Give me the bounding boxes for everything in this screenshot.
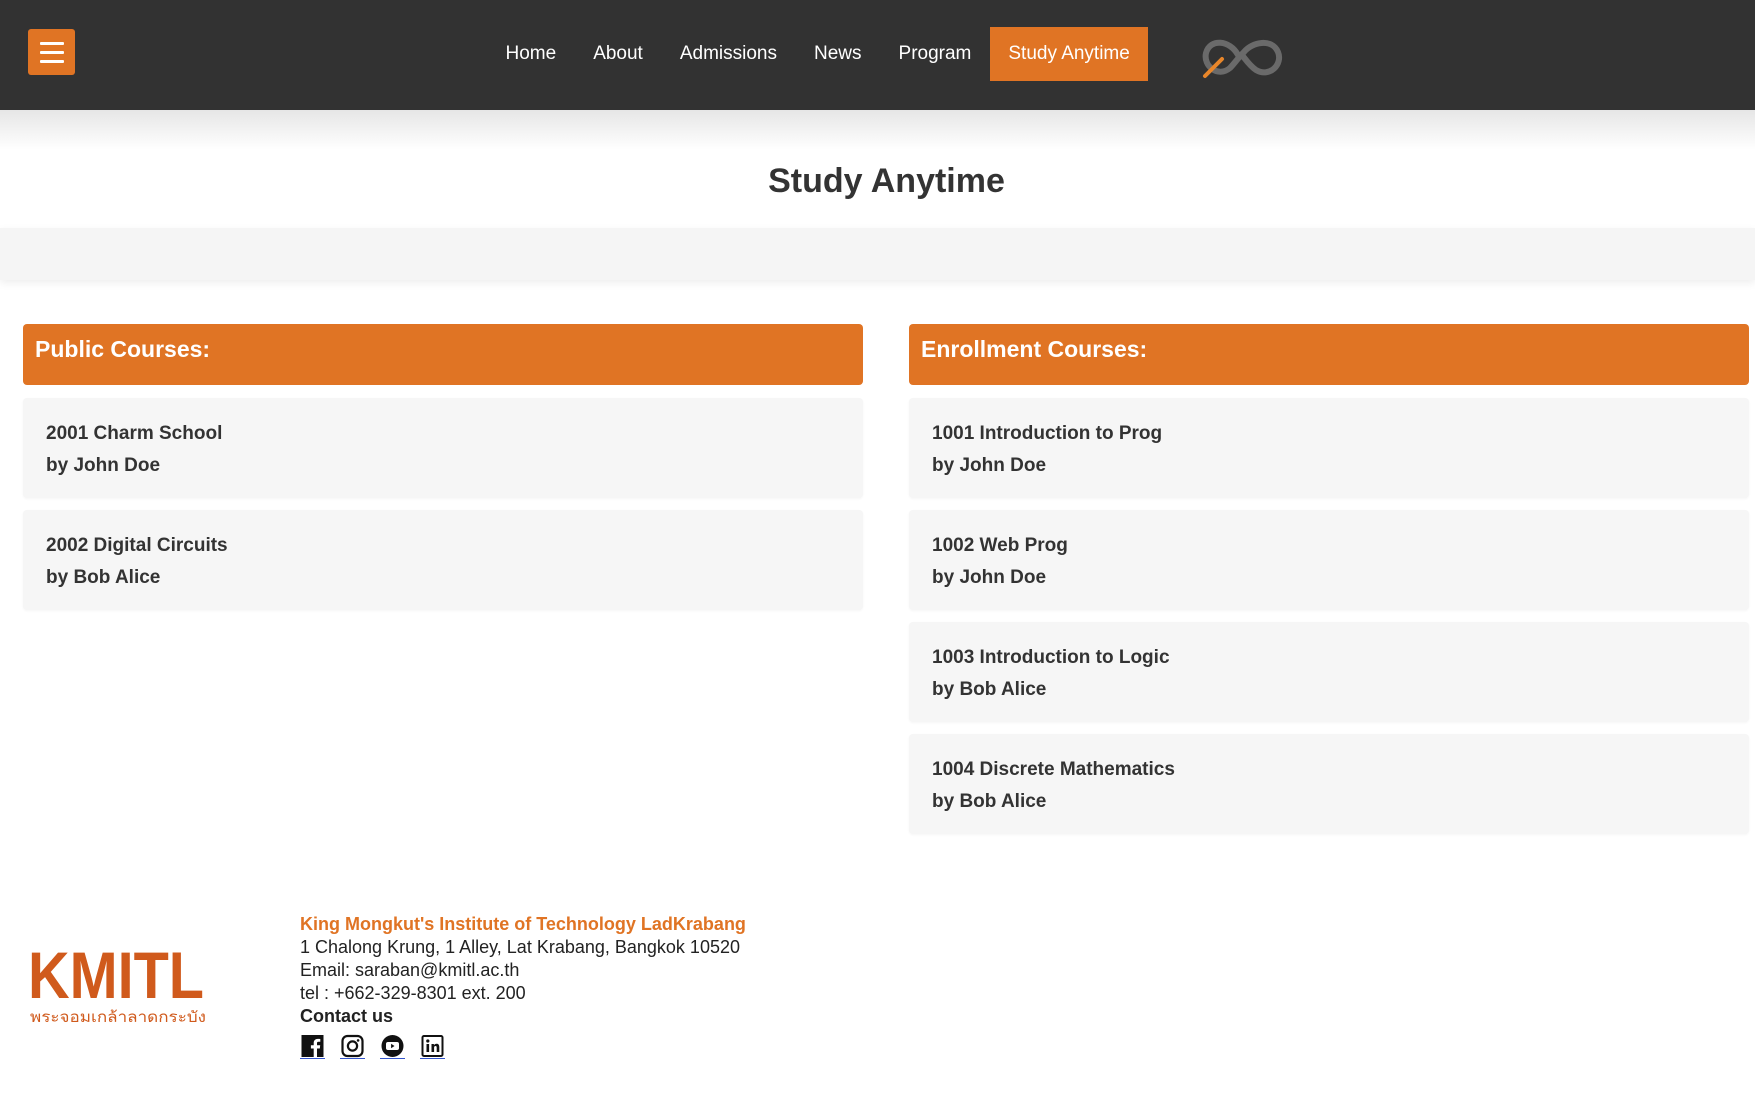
enrollment-courses-section: Enrollment Courses: 1001 Introduction to… [909, 324, 1749, 834]
public-courses-heading: Public Courses: [23, 324, 863, 385]
menu-icon-line [39, 41, 64, 45]
email: Email: saraban@kmitl.ac.th [300, 960, 520, 980]
course-card[interactable]: 1001 Introduction to Prog by John Doe [909, 398, 1749, 498]
course-title: 2002 Digital Circuits [46, 535, 228, 556]
nav-admissions[interactable]: Admissions [661, 27, 795, 81]
course-card[interactable]: 2001 Charm School by John Doe [23, 398, 863, 498]
nav-program[interactable]: Program [880, 27, 990, 81]
course-card[interactable]: 1004 Discrete Mathematics by Bob Alice [909, 734, 1749, 834]
kmitl-logo-subtext: พระจอมเกล้าลาดกระบัง [30, 1008, 206, 1026]
site-logo-icon[interactable] [1200, 28, 1286, 82]
title-strip [0, 228, 1755, 280]
header-shadow [0, 110, 1755, 150]
public-courses-section: Public Courses: 2001 Charm School by Joh… [23, 324, 863, 610]
main-nav: Home About Admissions News Program Study… [487, 27, 1149, 81]
nav-home[interactable]: Home [487, 27, 575, 81]
enrollment-courses-heading: Enrollment Courses: [909, 324, 1749, 385]
telephone: tel : +662-329-8301 ext. 200 [300, 983, 526, 1003]
course-title: 1002 Web Prog [932, 535, 1068, 556]
kmitl-logo-text: KMITL [28, 940, 204, 1012]
contact-label: Contact us [300, 1006, 394, 1026]
nav-about[interactable]: About [575, 27, 662, 81]
org-name: King Mongkut's Institute of Technology L… [300, 914, 746, 934]
address: 1 Chalong Krung, 1 Alley, Lat Krabang, B… [300, 937, 740, 957]
course-card[interactable]: 2002 Digital Circuits by Bob Alice [23, 510, 863, 610]
linkedin-icon[interactable] [420, 1034, 445, 1059]
course-title: 1001 Introduction to Prog [932, 423, 1163, 444]
instagram-icon[interactable] [340, 1034, 365, 1059]
course-instructor: by John Doe [932, 455, 1047, 476]
course-instructor: by John Doe [46, 455, 161, 476]
menu-icon-line [39, 59, 64, 63]
social-links [300, 1034, 746, 1059]
footer-contact-info: King Mongkut's Institute of Technology L… [300, 913, 746, 1059]
facebook-icon[interactable] [300, 1034, 325, 1059]
youtube-icon[interactable] [380, 1034, 405, 1059]
course-instructor: by Bob Alice [932, 679, 1047, 700]
course-card[interactable]: 1002 Web Prog by John Doe [909, 510, 1749, 610]
kmitl-logo: KMITL พระจอมเกล้าลาดกระบัง [28, 940, 206, 1026]
nav-news[interactable]: News [796, 27, 881, 81]
course-instructor: by Bob Alice [46, 567, 161, 588]
course-card[interactable]: 1003 Introduction to Logic by Bob Alice [909, 622, 1749, 722]
course-instructor: by John Doe [932, 567, 1047, 588]
course-title: 2001 Charm School [46, 423, 223, 444]
top-navbar: Home About Admissions News Program Study… [0, 0, 1755, 110]
nav-study-anytime[interactable]: Study Anytime [989, 27, 1149, 81]
course-instructor: by Bob Alice [932, 791, 1047, 812]
hamburger-menu-button[interactable] [28, 29, 75, 75]
page-title: Study Anytime [768, 162, 1005, 200]
course-title: 1003 Introduction to Logic [932, 647, 1170, 668]
course-title: 1004 Discrete Mathematics [932, 759, 1175, 780]
menu-icon-line [39, 50, 64, 54]
